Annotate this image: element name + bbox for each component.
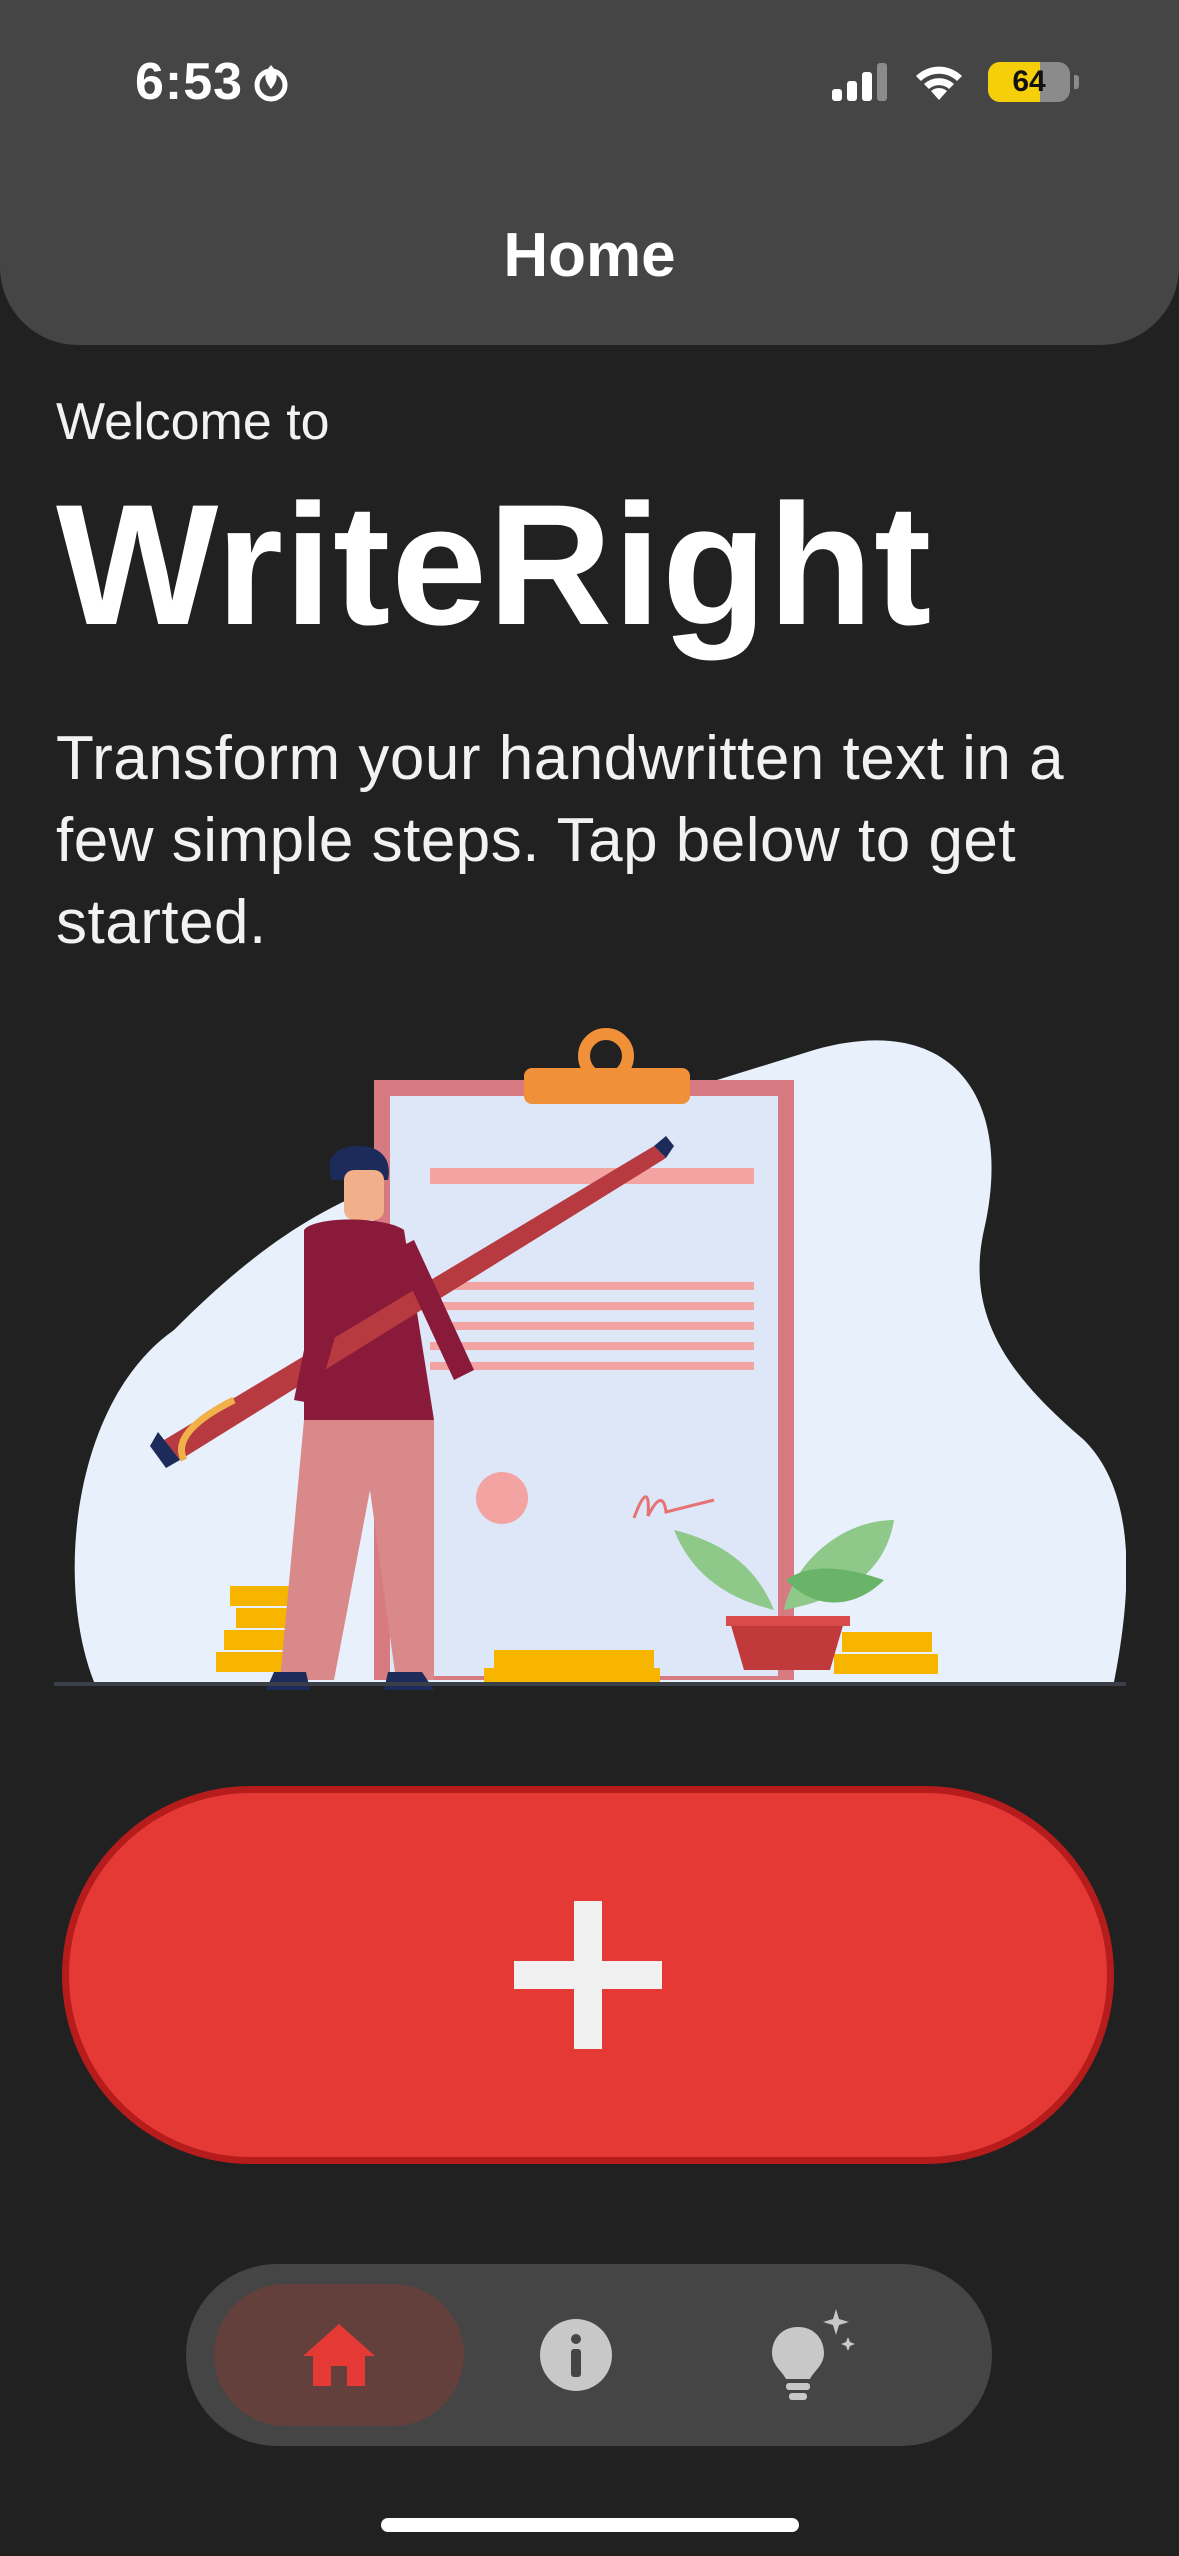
info-icon (540, 2319, 612, 2391)
hero-illustration (54, 1028, 1126, 1690)
battery-level: 64 (1012, 65, 1046, 98)
welcome-text: Welcome to (56, 393, 330, 451)
header-bar: 6:53 64 Home (0, 0, 1179, 345)
text-line (430, 1362, 754, 1370)
tab-home[interactable] (214, 2284, 464, 2426)
description-text: Transform your handwritten text in a few… (56, 724, 1065, 957)
home-icon (303, 2324, 375, 2386)
status-time-text: 6:53 (135, 53, 244, 111)
status-icons: 64 (832, 62, 1079, 102)
tab-tips[interactable] (736, 2284, 886, 2426)
battery-icon: 64 (988, 62, 1070, 102)
text-line (430, 1342, 754, 1350)
page-title: Home (503, 221, 676, 290)
tab-info[interactable] (501, 2284, 651, 2426)
text-line (430, 1322, 754, 1330)
status-time: 6:53 (135, 52, 291, 112)
bottom-tab-bar (186, 2264, 992, 2446)
paper-dot (476, 1472, 528, 1524)
text-line (430, 1302, 754, 1310)
text-line (430, 1282, 754, 1290)
wifi-icon (916, 66, 962, 100)
lightbulb-icon (772, 2309, 855, 2400)
home-indicator[interactable] (381, 2518, 799, 2532)
plus-icon (514, 1901, 662, 2049)
text-line (430, 1168, 754, 1184)
app-name: WriteRight (56, 469, 933, 661)
battery-tip (1074, 75, 1079, 89)
cellular-signal-icon (832, 63, 887, 101)
add-button[interactable] (62, 1786, 1114, 2164)
hotspot-icon (254, 65, 288, 102)
